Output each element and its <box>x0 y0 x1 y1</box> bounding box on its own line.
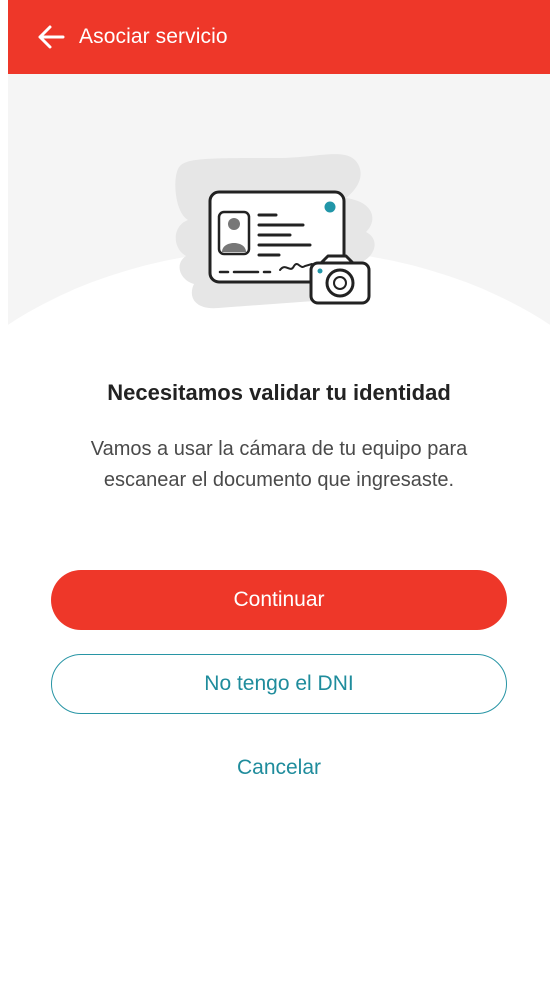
page-description: Vamos a usar la cámara de tu equipo para… <box>90 438 468 491</box>
page-title: Necesitamos validar tu identidad <box>107 380 451 405</box>
app-bar-title: Asociar servicio <box>79 25 228 48</box>
screen: Asociar servicio Necesitamos validar tu … <box>8 0 550 1000</box>
app-bar: Asociar servicio <box>8 0 550 74</box>
continue-button[interactable]: Continuar <box>51 570 507 630</box>
no-dni-button[interactable]: No tengo el DNI <box>51 654 507 714</box>
cancel-link[interactable]: Cancelar <box>179 748 379 788</box>
back-button[interactable] <box>34 21 68 53</box>
arrow-left-icon <box>38 25 65 49</box>
id-card-camera-icon <box>175 154 375 309</box>
